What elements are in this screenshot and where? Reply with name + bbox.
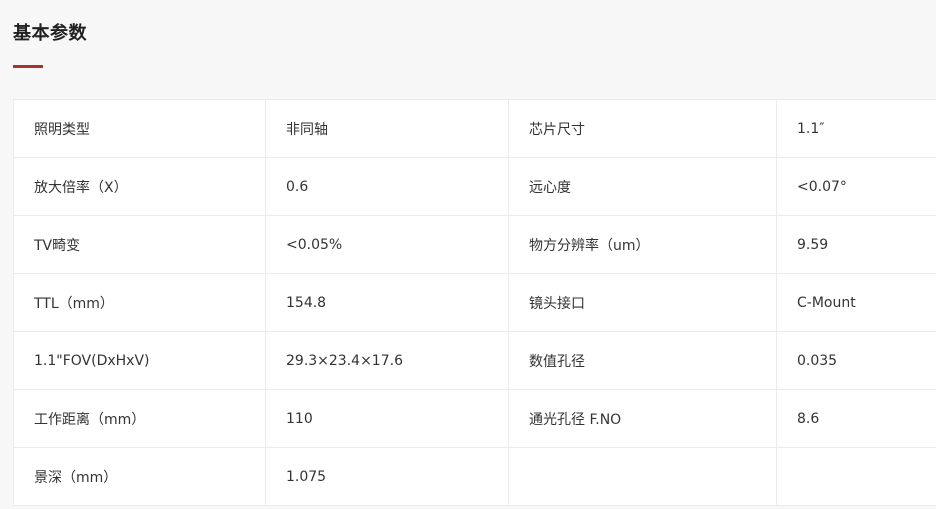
- param-label: 照明类型: [13, 99, 266, 158]
- basic-params-section: 基本参数 照明类型 非同轴 芯片尺寸 1.1″ 放大倍率（X） 0.6 远心度 …: [0, 0, 936, 509]
- section-title: 基本参数: [13, 23, 87, 44]
- table-row: 1.1"FOV(DxHxV) 29.3×23.4×17.6 数值孔径 0.035: [13, 331, 936, 390]
- param-label: 物方分辨率（um）: [508, 215, 777, 274]
- table-row: 放大倍率（X） 0.6 远心度 <0.07°: [13, 157, 936, 216]
- param-label: 远心度: [508, 157, 777, 216]
- param-value: 29.3×23.4×17.6: [265, 331, 509, 390]
- table-row: 景深（mm） 1.075: [13, 447, 936, 506]
- table-row: 照明类型 非同轴 芯片尺寸 1.1″: [13, 99, 936, 158]
- param-label: 镜头接口: [508, 273, 777, 332]
- param-label: 数值孔径: [508, 331, 777, 390]
- table-row: 工作距离（mm） 110 通光孔径 F.NO 8.6: [13, 389, 936, 448]
- param-value: 8.6: [776, 389, 936, 448]
- param-value: 0.035: [776, 331, 936, 390]
- param-label: TV畸变: [13, 215, 266, 274]
- param-value: 9.59: [776, 215, 936, 274]
- table-row: TV畸变 <0.05% 物方分辨率（um） 9.59: [13, 215, 936, 274]
- param-label: 1.1"FOV(DxHxV): [13, 331, 266, 390]
- title-underline: [13, 65, 43, 68]
- param-value: C-Mount: [776, 273, 936, 332]
- table-row: TTL（mm） 154.8 镜头接口 C-Mount: [13, 273, 936, 332]
- param-value: 0.6: [265, 157, 509, 216]
- param-value: <0.05%: [265, 215, 509, 274]
- param-label: [508, 447, 777, 506]
- param-value: [776, 447, 936, 506]
- param-value: 非同轴: [265, 99, 509, 158]
- param-value: 1.1″: [776, 99, 936, 158]
- param-value: 1.075: [265, 447, 509, 506]
- param-label: 芯片尺寸: [508, 99, 777, 158]
- params-table: 照明类型 非同轴 芯片尺寸 1.1″ 放大倍率（X） 0.6 远心度 <0.07…: [13, 99, 936, 506]
- param-label: TTL（mm）: [13, 273, 266, 332]
- param-value: 154.8: [265, 273, 509, 332]
- param-value: <0.07°: [776, 157, 936, 216]
- param-label: 通光孔径 F.NO: [508, 389, 777, 448]
- param-value: 110: [265, 389, 509, 448]
- param-label: 景深（mm）: [13, 447, 266, 506]
- param-label: 放大倍率（X）: [13, 157, 266, 216]
- param-label: 工作距离（mm）: [13, 389, 266, 448]
